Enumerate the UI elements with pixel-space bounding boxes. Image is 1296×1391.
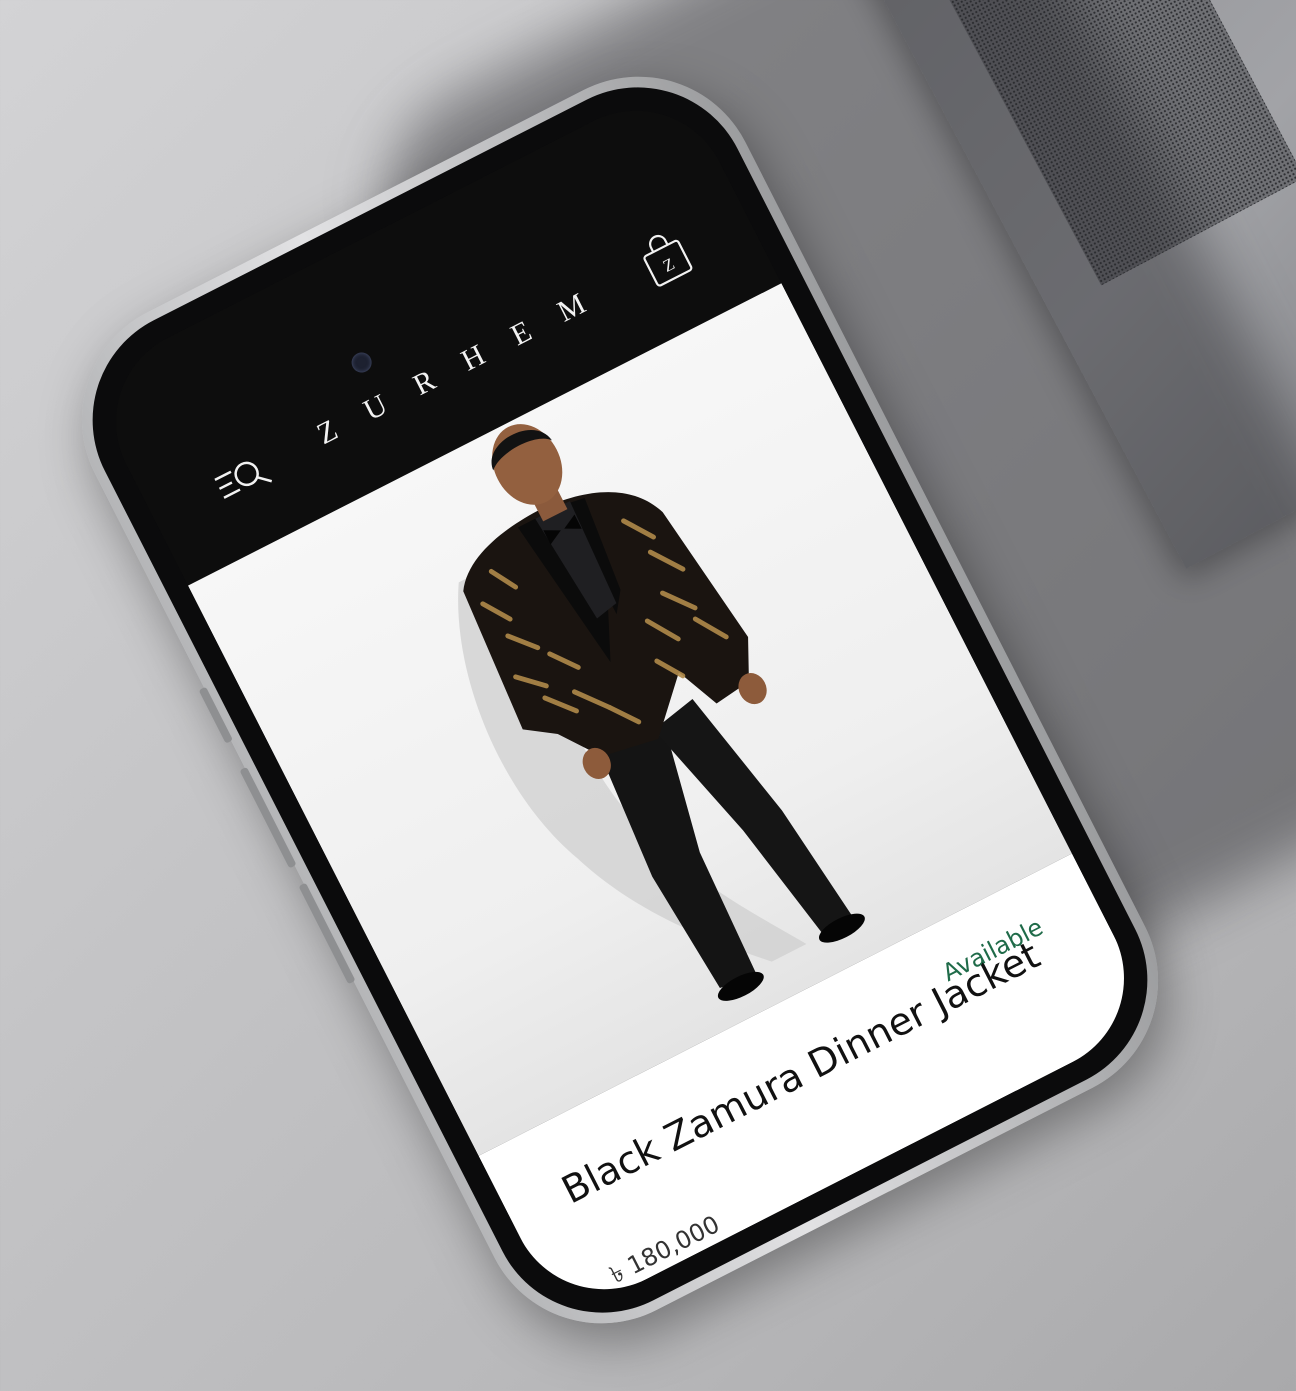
product-price: ৳ 180,000 bbox=[605, 1210, 725, 1290]
bag-badge: Z bbox=[660, 254, 678, 276]
camera-dot bbox=[348, 349, 376, 376]
